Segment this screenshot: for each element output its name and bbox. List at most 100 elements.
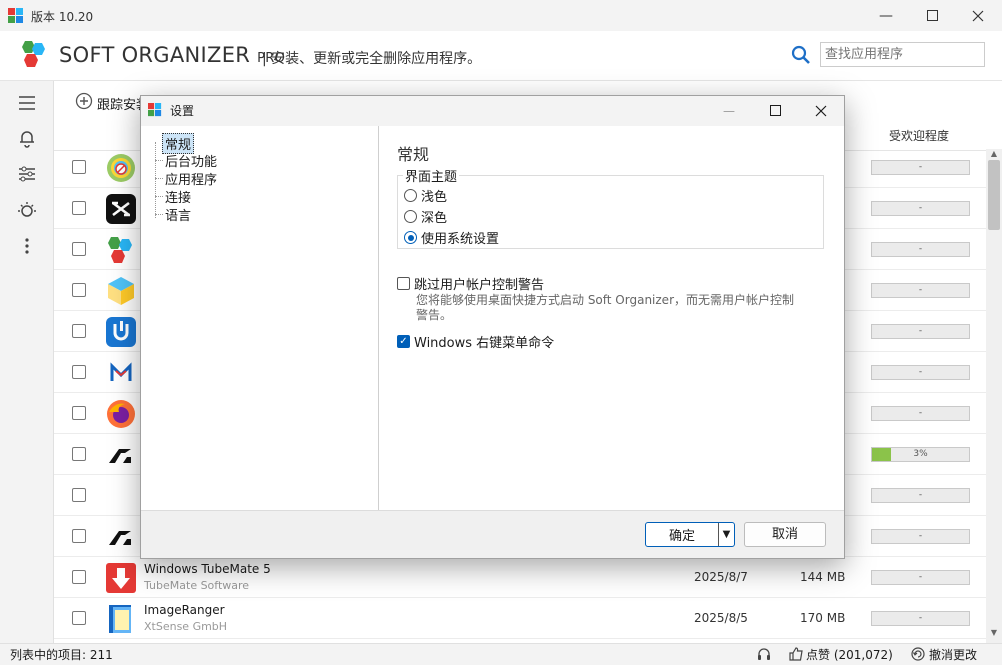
popularity-bar: - xyxy=(871,201,970,216)
soft-organizer-logo-icon xyxy=(22,41,45,67)
soft-organizer-icon xyxy=(105,234,137,266)
skip-uac-description: 您将能够使用桌面快捷方式启动 Soft Organizer，而无需用户帐户控制警… xyxy=(416,293,795,322)
theme-option-light[interactable]: 浅色 xyxy=(404,186,447,205)
dialog-maximize-button[interactable] xyxy=(752,96,798,125)
program-size: 170 MB xyxy=(800,611,846,625)
theme-icon[interactable] xyxy=(16,199,38,221)
menu-icon[interactable] xyxy=(16,92,38,114)
maximize-button[interactable] xyxy=(909,0,955,31)
brand-tagline: | 安装、更新或完全删除应用程序。 xyxy=(262,51,482,67)
nav-tree-tick xyxy=(155,214,163,215)
row-checkbox[interactable] xyxy=(72,365,86,379)
nav-item-background[interactable]: 后台功能 xyxy=(165,151,217,170)
dialog-footer xyxy=(141,510,844,558)
dialog-title: 设置 xyxy=(170,104,195,118)
popularity-fill xyxy=(872,448,892,461)
chevron-down-icon[interactable]: ▼ xyxy=(718,523,734,546)
ok-button[interactable]: 确定 ▼ xyxy=(645,522,735,547)
row-checkbox[interactable] xyxy=(72,611,86,625)
tubemate-icon xyxy=(105,562,137,594)
program-publisher: XtSense GmbH xyxy=(144,620,228,633)
skip-uac-option[interactable]: 跳过用户帐户控制警告 xyxy=(397,274,544,293)
theme-option-system[interactable]: 使用系统设置 xyxy=(404,228,499,247)
row-checkbox[interactable] xyxy=(72,529,86,543)
row-checkbox[interactable] xyxy=(72,283,86,297)
section-title: 常规 xyxy=(397,145,430,164)
maximize-icon xyxy=(926,10,938,21)
context-menu-label: Windows 右键菜单命令 xyxy=(414,336,555,351)
undo-changes-button[interactable]: 撤消更改 xyxy=(929,646,977,663)
popularity-value: - xyxy=(918,367,923,377)
search-input[interactable] xyxy=(820,42,985,67)
skip-uac-checkbox[interactable] xyxy=(397,277,410,290)
context-menu-option[interactable]: ✓ Windows 右键菜单命令 xyxy=(397,332,554,351)
app-logo-icon xyxy=(8,8,23,23)
search-icon[interactable] xyxy=(791,45,811,65)
popularity-value: - xyxy=(918,531,923,541)
row-checkbox[interactable] xyxy=(72,570,86,584)
row-checkbox[interactable] xyxy=(72,447,86,461)
close-icon xyxy=(972,10,984,21)
bell-icon[interactable] xyxy=(16,127,38,149)
title-bar xyxy=(0,0,1002,31)
row-checkbox[interactable] xyxy=(72,242,86,256)
headset-icon[interactable] xyxy=(756,646,772,662)
nav-tree-line xyxy=(155,142,156,218)
scroll-down-arrow-icon[interactable]: ▼ xyxy=(986,628,1002,640)
context-menu-checkbox[interactable]: ✓ xyxy=(397,335,410,348)
skip-uac-label: 跳过用户帐户控制警告 xyxy=(414,278,545,293)
brand-name: SOFT ORGANIZER PRO xyxy=(59,43,285,67)
theme-option-dark[interactable]: 深色 xyxy=(404,207,447,226)
minimize-button[interactable]: — xyxy=(863,0,909,31)
close-button[interactable] xyxy=(955,0,1001,31)
nav-item-applications[interactable]: 应用程序 xyxy=(165,169,217,188)
popularity-value: - xyxy=(918,203,923,213)
row-checkbox[interactable] xyxy=(72,160,86,174)
popularity-bar: 3% xyxy=(871,447,970,462)
dialog-close-button[interactable] xyxy=(798,96,844,125)
blank-icon xyxy=(105,480,137,512)
dialog-minimize-button[interactable]: — xyxy=(706,96,752,125)
cancel-button[interactable]: 取消 xyxy=(744,522,826,547)
popularity-value: - xyxy=(918,572,923,582)
program-publisher: TubeMate Software xyxy=(144,579,250,592)
row-checkbox[interactable] xyxy=(72,201,86,215)
more-icon[interactable] xyxy=(16,235,38,257)
add-icon[interactable] xyxy=(75,92,93,110)
autodesk-icon xyxy=(105,439,137,471)
popularity-value: - xyxy=(918,244,923,254)
radio-light[interactable] xyxy=(404,189,417,202)
thumbs-up-icon[interactable] xyxy=(788,646,804,662)
table-row[interactable]: Windows TubeMate 5 TubeMate Software 2025/… xyxy=(54,557,986,598)
box-icon xyxy=(105,275,137,307)
popularity-bar: - xyxy=(871,365,970,380)
column-header-popularity[interactable]: 受欢迎程度 xyxy=(866,127,972,144)
row-checkbox[interactable] xyxy=(72,406,86,420)
brand-text: SOFT ORGANIZER xyxy=(59,43,251,67)
cd-icon xyxy=(105,152,137,184)
window-title: 版本 10.20 xyxy=(31,10,94,24)
undo-icon[interactable] xyxy=(910,646,926,662)
like-button[interactable]: 点赞 (201,072) xyxy=(806,646,893,663)
capcut-icon xyxy=(105,193,137,225)
table-row[interactable]: ImageRanger XtSense GmbH 2025/8/5 170 MB - xyxy=(54,598,986,639)
row-checkbox[interactable] xyxy=(72,488,86,502)
nav-tree-tick xyxy=(155,178,163,179)
firefox-icon xyxy=(105,398,137,430)
radio-system[interactable] xyxy=(404,231,417,244)
nav-item-connection[interactable]: 连接 xyxy=(165,187,191,206)
popularity-bar: - xyxy=(871,406,970,421)
row-checkbox[interactable] xyxy=(72,324,86,338)
popularity-bar: - xyxy=(871,570,970,585)
program-size: 144 MB xyxy=(800,570,846,584)
theme-group-label: 界面主题 xyxy=(403,166,460,185)
ok-button-label: 确定 xyxy=(668,529,695,544)
nav-item-language[interactable]: 语言 xyxy=(165,205,191,224)
sliders-icon[interactable] xyxy=(16,163,38,185)
scrollbar-thumb[interactable] xyxy=(988,160,1000,230)
install-date: 2025/8/7 xyxy=(694,570,748,584)
maximize-icon xyxy=(769,105,781,116)
scroll-up-arrow-icon[interactable]: ▲ xyxy=(986,149,1002,161)
popularity-value: - xyxy=(918,285,923,295)
radio-dark[interactable] xyxy=(404,210,417,223)
